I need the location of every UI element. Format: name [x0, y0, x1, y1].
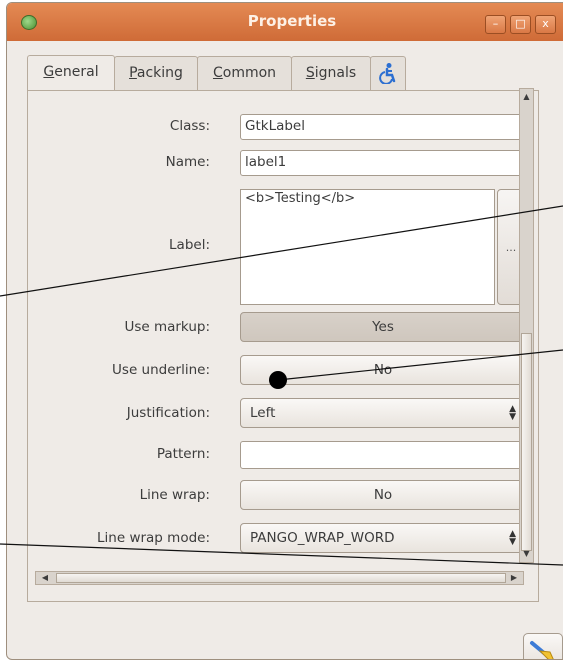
justification-value: Left	[250, 405, 276, 421]
vertical-scrollbar[interactable]: ▲ ▼	[519, 88, 534, 563]
minimize-button[interactable]: –	[485, 15, 506, 34]
tab-common[interactable]: Common	[197, 56, 292, 90]
line-wrap-mode-combo[interactable]: PANGO_WRAP_WORD ▲ ▼	[240, 523, 526, 553]
line-wrap-mode-value: PANGO_WRAP_WORD	[250, 530, 395, 546]
use-underline-label: Use underline:	[112, 362, 210, 378]
scroll-left-icon[interactable]: ◀	[38, 572, 52, 584]
scroll-down-icon[interactable]: ▼	[521, 547, 532, 561]
maximize-button[interactable]: □	[510, 15, 531, 34]
name-field[interactable]: label1	[240, 150, 526, 176]
broom-icon	[530, 641, 554, 659]
use-underline-toggle[interactable]: No	[240, 355, 526, 385]
use-markup-label: Use markup:	[124, 319, 210, 335]
combo-arrows-icon: ▲ ▼	[509, 529, 516, 547]
horizontal-scroll-thumb[interactable]	[56, 573, 506, 583]
tab-general-mnemonic: G	[43, 64, 55, 80]
use-markup-toggle[interactable]: Yes	[240, 312, 526, 342]
tab-packing-label: acking	[136, 65, 183, 81]
line-wrap-toggle[interactable]: No	[240, 480, 526, 510]
combo-arrows-icon: ▲ ▼	[509, 404, 516, 422]
class-label: Class:	[169, 118, 210, 134]
label-label: Label:	[169, 237, 210, 253]
window-title: Properties	[247, 12, 337, 30]
tab-packing[interactable]: Packing	[114, 56, 198, 90]
line-wrap-mode-label: Line wrap mode:	[97, 530, 210, 546]
scroll-right-icon[interactable]: ▶	[507, 572, 521, 584]
accessibility-icon	[379, 63, 396, 85]
pattern-label: Pattern:	[156, 446, 210, 462]
justification-combo[interactable]: Left ▲ ▼	[240, 398, 526, 428]
title-bar[interactable]: Properties – □ x	[7, 3, 563, 41]
clear-property-button[interactable]	[523, 633, 563, 659]
tab-signals-label: ignals	[314, 65, 357, 81]
scroll-up-icon[interactable]: ▲	[521, 90, 532, 104]
tab-packing-mnemonic: P	[129, 65, 137, 81]
tab-common-mnemonic: C	[212, 65, 223, 81]
pattern-field[interactable]	[240, 441, 526, 469]
tab-accessibility[interactable]	[370, 56, 406, 90]
properties-panel: Class: GtkLabel Name: label1 Label: <b>T…	[27, 90, 539, 602]
line-wrap-label: Line wrap:	[139, 487, 210, 503]
tab-signals[interactable]: Signals	[291, 56, 371, 90]
class-field[interactable]: GtkLabel	[240, 114, 526, 140]
tab-general[interactable]: General	[27, 55, 115, 92]
label-text-area[interactable]: <b>Testing</b>	[240, 189, 495, 305]
horizontal-scrollbar[interactable]: ◀ ▶	[35, 571, 524, 585]
vertical-scroll-thumb[interactable]	[521, 333, 532, 551]
properties-window: Properties – □ x General Packing Common …	[6, 2, 563, 660]
name-label: Name:	[165, 154, 210, 170]
close-button[interactable]: x	[535, 15, 556, 34]
tab-signals-mnemonic: S	[305, 65, 315, 81]
justification-label: Justification:	[126, 405, 210, 421]
tab-general-label: eneral	[54, 64, 99, 80]
tab-common-label: ommon	[222, 65, 277, 81]
